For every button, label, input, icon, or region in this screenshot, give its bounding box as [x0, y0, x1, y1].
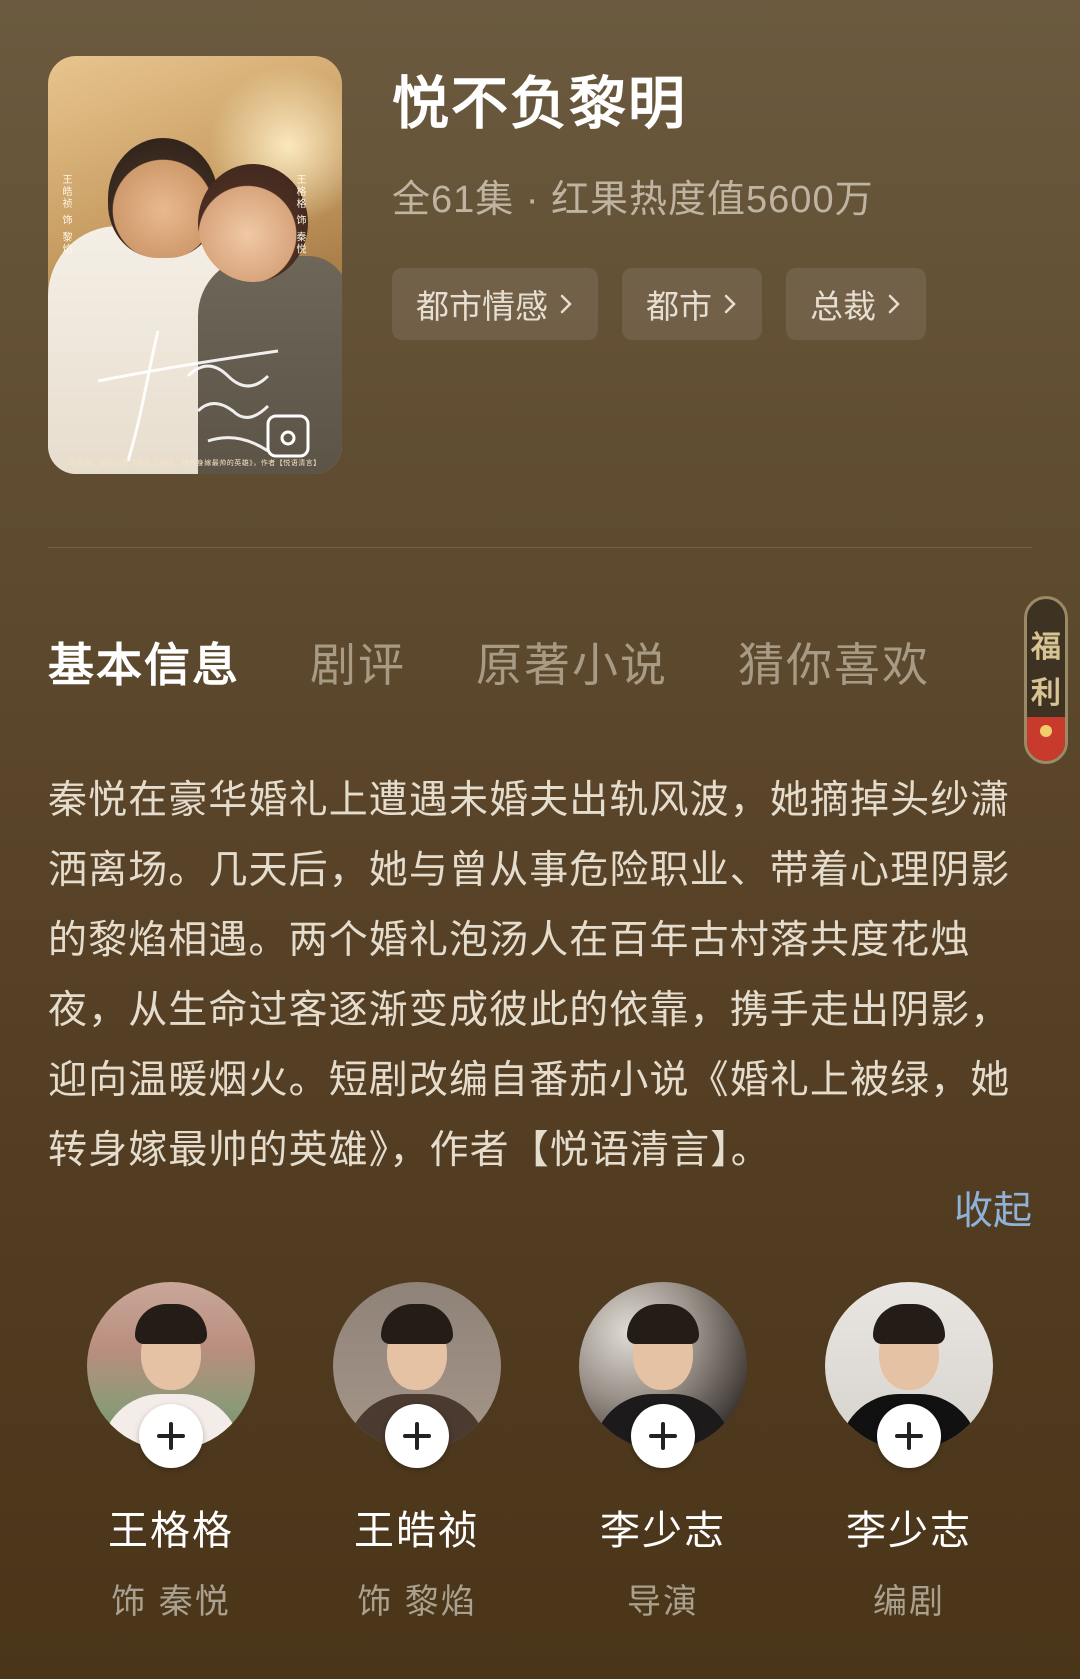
- show-title: 悦不负黎明: [392, 72, 687, 136]
- tag-urban[interactable]: 都市: [622, 268, 762, 340]
- poster-right-credit: 王格格 饰 秦悦: [294, 174, 305, 256]
- cast-role: 编剧: [873, 1583, 945, 1621]
- cast-member[interactable]: 李少志 编剧: [786, 1282, 1032, 1623]
- section-divider: [48, 547, 1032, 548]
- cast-list: 王格格 饰 秦悦 王皓祯 饰 黎焰 李少志 导演 李少志 编剧: [48, 1282, 1032, 1623]
- follow-plus-icon[interactable]: [877, 1404, 941, 1468]
- cast-role: 导演: [627, 1583, 699, 1621]
- welfare-label: 福利: [1031, 631, 1061, 710]
- cast-role: 饰 黎焰: [357, 1583, 477, 1621]
- red-envelope-icon: [1027, 717, 1065, 761]
- cast-member[interactable]: 王皓祯 饰 黎焰: [294, 1282, 540, 1623]
- tab-original-novel[interactable]: 原著小说: [476, 630, 668, 700]
- follow-plus-icon[interactable]: [385, 1404, 449, 1468]
- cast-name: 李少志: [600, 1509, 726, 1553]
- poster-caption: 改编自：番茄小说《婚礼上被绿，她转身嫁最帅的英雄》，作者【悦语清言】: [69, 460, 321, 467]
- chevron-right-icon: [724, 294, 736, 314]
- tag-ceo[interactable]: 总裁: [786, 268, 926, 340]
- cast-name: 李少志: [846, 1509, 972, 1553]
- tab-recommendations[interactable]: 猜你喜欢: [738, 630, 930, 700]
- poster-title-calligraphy-logo: [97, 330, 310, 462]
- synopsis-text: 秦悦在豪华婚礼上遭遇未婚夫出轨风波，她摘掉头纱潇洒离场。几天后，她与曾从事危险职…: [48, 779, 1011, 1172]
- tag-label: 总裁: [810, 288, 876, 325]
- tag-urban-romance[interactable]: 都市情感: [392, 268, 598, 340]
- cast-member[interactable]: 王格格 饰 秦悦: [48, 1282, 294, 1623]
- tag-label: 都市情感: [416, 288, 548, 325]
- cast-role: 饰 秦悦: [111, 1583, 231, 1621]
- poster-left-credit: 王皓祯 饰 黎焰: [60, 174, 71, 256]
- cast-name: 王格格: [108, 1509, 234, 1553]
- tag-label: 都市: [646, 288, 712, 325]
- show-meta: 全61集 · 红果热度值5600万: [392, 179, 874, 221]
- follow-plus-icon[interactable]: [631, 1404, 695, 1468]
- chevron-right-icon: [560, 294, 572, 314]
- show-poster[interactable]: 王皓祯 饰 黎焰 王格格 饰 秦悦 改编自：番茄小说《婚礼上被绿，她转身嫁最帅的…: [48, 56, 342, 474]
- chevron-right-icon: [888, 294, 900, 314]
- cast-member[interactable]: 李少志 导演: [540, 1282, 786, 1623]
- tab-reviews[interactable]: 剧评: [310, 630, 406, 700]
- follow-plus-icon[interactable]: [139, 1404, 203, 1468]
- genre-tags: 都市情感 都市 总裁: [392, 268, 926, 340]
- collapse-link[interactable]: 收起: [954, 1180, 1032, 1236]
- cast-name: 王皓祯: [354, 1509, 480, 1553]
- detail-tabs: 基本信息 剧评 原著小说 猜你喜欢: [48, 630, 1000, 700]
- tab-basic-info[interactable]: 基本信息: [48, 630, 240, 700]
- welfare-floating-button[interactable]: 福利: [1024, 596, 1068, 764]
